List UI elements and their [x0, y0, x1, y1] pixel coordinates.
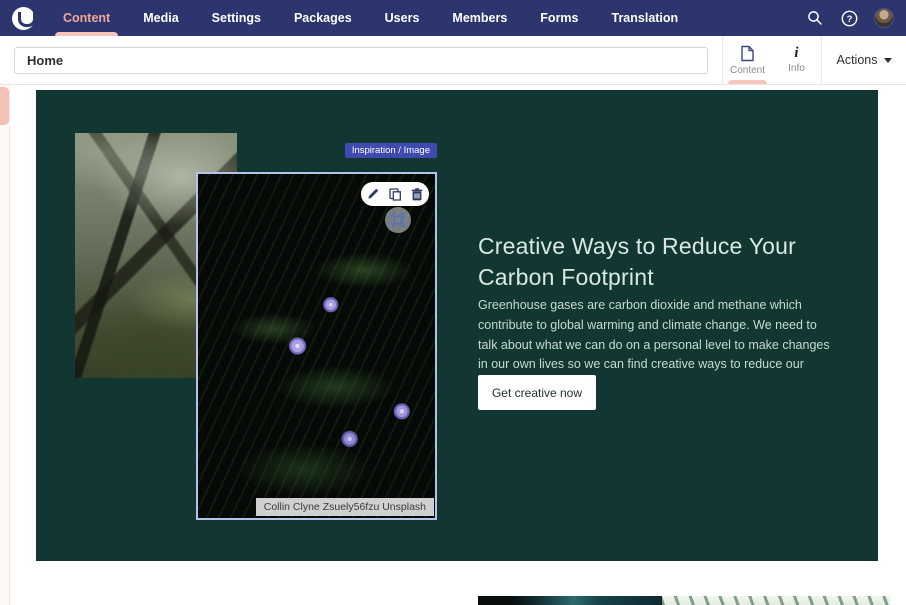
nav-item-content[interactable]: Content — [55, 0, 118, 36]
block-toolbar — [361, 182, 429, 206]
block-type-badge[interactable]: Inspiration / Image — [345, 143, 437, 158]
nav-item-translation[interactable]: Translation — [604, 0, 687, 36]
actions-button[interactable]: Actions — [822, 36, 906, 84]
tree-panel-edge — [0, 85, 10, 605]
nav-item-users[interactable]: Users — [377, 0, 428, 36]
actions-label: Actions — [837, 53, 878, 67]
tab-content[interactable]: Content — [723, 36, 772, 84]
section-nav: Content Media Settings Packages Users Me… — [55, 0, 686, 36]
info-icon: i — [794, 46, 798, 60]
delete-button[interactable] — [411, 187, 424, 201]
editor-tabs: Content i Info — [722, 36, 822, 84]
nav-item-packages[interactable]: Packages — [286, 0, 360, 36]
image-block-selected[interactable]: Collin Clyne Zsuely56fzu Unsplash — [196, 172, 437, 520]
nav-item-media[interactable]: Media — [135, 0, 186, 36]
hero-heading: Creative Ways to Reduce Your Carbon Foot… — [478, 231, 838, 293]
image-caption: Collin Clyne Zsuely56fzu Unsplash — [256, 498, 434, 516]
tab-content-label: Content — [730, 65, 765, 76]
nav-item-members[interactable]: Members — [444, 0, 515, 36]
user-avatar[interactable] — [874, 8, 894, 28]
cta-button[interactable]: Get creative now — [478, 375, 596, 410]
editor-toolbar: Content i Info Actions — [0, 36, 906, 85]
hero-block: Inspiration / Image Collin Clyne Zsuely5… — [36, 90, 878, 561]
tab-info-label: Info — [788, 63, 805, 74]
nav-item-forms[interactable]: Forms — [532, 0, 586, 36]
badge-type-label: Image — [404, 145, 430, 156]
edit-button[interactable] — [367, 187, 380, 201]
focal-point-icon — [391, 213, 405, 227]
search-icon[interactable] — [806, 9, 824, 27]
nav-item-settings[interactable]: Settings — [204, 0, 269, 36]
chevron-down-icon — [884, 58, 892, 63]
next-block-image-light[interactable] — [662, 596, 890, 605]
badge-group-label: Inspiration / — [352, 145, 401, 156]
document-icon — [740, 45, 755, 62]
tree-collapse-tab[interactable] — [0, 87, 9, 125]
next-block-image-dark[interactable] — [478, 596, 662, 605]
svg-text:?: ? — [846, 14, 852, 25]
help-icon[interactable]: ? — [840, 9, 858, 27]
copy-button[interactable] — [389, 187, 402, 201]
tab-info[interactable]: i Info — [772, 36, 821, 84]
top-navigation: Content Media Settings Packages Users Me… — [0, 0, 906, 36]
focal-point-button[interactable] — [385, 207, 411, 233]
page-title-input[interactable] — [14, 47, 708, 74]
umbraco-logo[interactable] — [12, 7, 35, 30]
